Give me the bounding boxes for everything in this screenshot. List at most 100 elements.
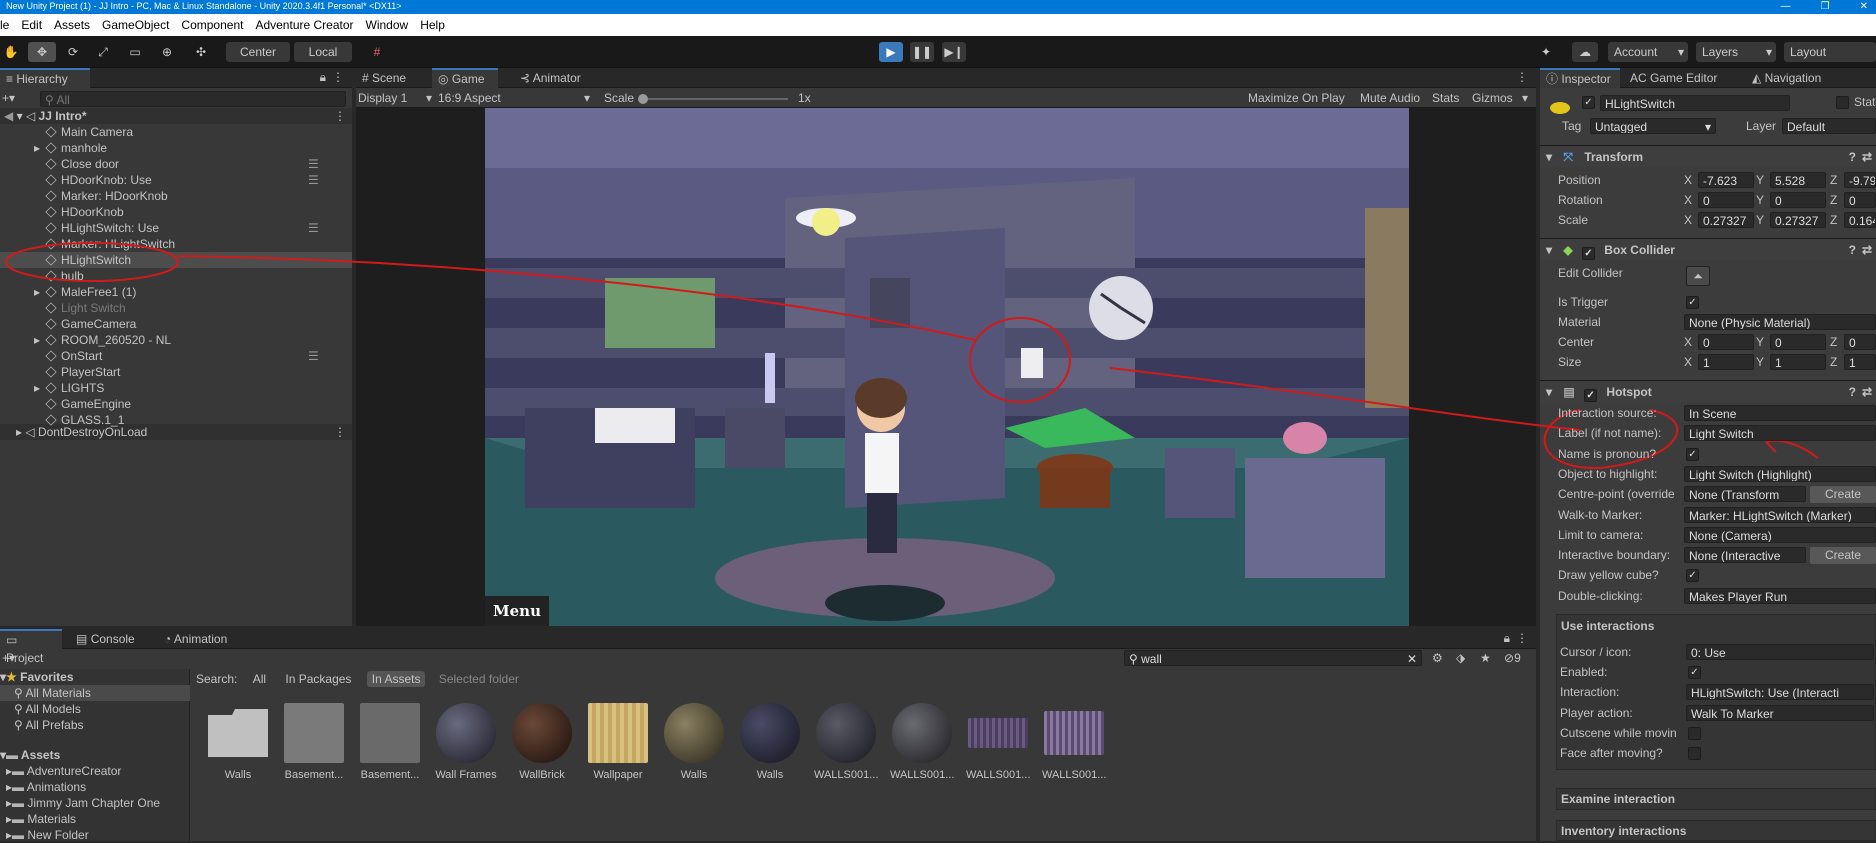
hierarchy-item[interactable]: OnStart ☰ xyxy=(0,348,352,364)
chevron-right-icon[interactable]: ▸ xyxy=(34,140,40,156)
eye-icon[interactable]: ◀ xyxy=(4,109,13,123)
static-checkbox[interactable] xyxy=(1836,96,1849,109)
game-menu-button[interactable]: Menu xyxy=(485,596,549,626)
vector-z-field[interactable]: 0 xyxy=(1844,334,1876,350)
settings-icon[interactable]: ⇄ xyxy=(1862,146,1872,168)
folder-row[interactable]: ▸▬ Jimmy Jam Chapter One xyxy=(0,795,190,811)
account-dropdown[interactable]: Account ▾ xyxy=(1608,42,1688,62)
vector-z-field[interactable]: 1 xyxy=(1844,354,1876,370)
use-field-value[interactable]: Walk To Marker xyxy=(1686,704,1874,721)
minimize-button[interactable]: — xyxy=(1781,0,1791,13)
asset-item[interactable]: WALLS001... xyxy=(890,703,954,781)
fav-all-materials[interactable]: ⚲ All Materials xyxy=(0,685,190,701)
lock-icon[interactable]: 🔒︎ xyxy=(320,70,326,85)
chevron-down-icon[interactable]: ▾ xyxy=(1522,90,1528,106)
vector-z-field[interactable]: -9.79 xyxy=(1844,172,1876,188)
vector-y-field[interactable]: 0 xyxy=(1770,334,1826,350)
hotspot-field-value[interactable]: Makes Player Run xyxy=(1684,587,1876,604)
chevron-right-icon[interactable]: ▸ xyxy=(34,284,40,300)
transform-header[interactable]: ▾ ⤧ Transform ? ⇄ xyxy=(1540,145,1876,167)
edit-collider-button[interactable]: ⏶ xyxy=(1686,266,1710,286)
more-icon[interactable]: ⋮ xyxy=(1516,631,1528,645)
hotspot-field-value[interactable]: Light Switch xyxy=(1684,425,1876,442)
asset-item[interactable]: Wallpaper xyxy=(586,703,650,781)
folder-row[interactable]: ▸▬ Animations xyxy=(0,779,190,795)
hierarchy-item[interactable]: HLightSwitch xyxy=(0,252,352,268)
hierarchy-item[interactable]: Main Camera xyxy=(0,124,352,140)
vector-y-field[interactable]: 1 xyxy=(1770,354,1826,370)
material-field[interactable]: None (Physic Material) xyxy=(1684,314,1876,330)
fav-all-prefabs[interactable]: ⚲ All Prefabs xyxy=(0,717,190,733)
clear-search-icon[interactable]: ✕ xyxy=(1407,651,1417,665)
menu-adventure-creator[interactable]: Adventure Creator xyxy=(249,14,359,36)
step-button[interactable]: ▶❙ xyxy=(942,42,966,62)
asset-item[interactable]: WALLS001... xyxy=(966,703,1030,781)
hotspot-field-value[interactable]: None (Camera) xyxy=(1684,526,1876,543)
more-icon[interactable]: ⋮ xyxy=(1516,70,1528,84)
hierarchy-item[interactable]: ▸ MaleFree1 (1) xyxy=(0,284,352,300)
tag-dropdown[interactable]: Untagged ▾ xyxy=(1590,118,1716,134)
stats-toggle[interactable]: Stats xyxy=(1432,90,1459,106)
pivot-center-button[interactable]: Center xyxy=(226,42,290,62)
hierarchy-item[interactable]: HDoorKnob xyxy=(0,204,352,220)
close-button[interactable]: ✕ xyxy=(1860,0,1868,13)
settings-icon[interactable]: ⇄ xyxy=(1862,239,1872,261)
pause-button[interactable]: ❚❚ xyxy=(910,42,934,62)
menu-edit[interactable]: Edit xyxy=(15,14,48,36)
vector-x-field[interactable]: 0 xyxy=(1698,334,1754,350)
menu-file[interactable]: le xyxy=(0,14,15,36)
tab-console[interactable]: ▤ Console xyxy=(70,629,152,649)
menu-component[interactable]: Component xyxy=(175,14,249,36)
tab-ac-game-editor[interactable]: AC Game Editor xyxy=(1624,68,1738,88)
tab-scene[interactable]: # Scene xyxy=(356,68,424,88)
chevron-down-icon[interactable]: ▾ xyxy=(17,109,23,123)
settings-icon[interactable]: ⇄ xyxy=(1862,381,1872,403)
filter-selected-folder[interactable]: Selected folder xyxy=(439,672,519,686)
asset-item[interactable]: Walls xyxy=(662,703,726,781)
favorite-star-icon[interactable]: ★ xyxy=(1480,651,1491,665)
fav-all-models[interactable]: ⚲ All Models xyxy=(0,701,190,717)
hotspot-field-value[interactable]: In Scene xyxy=(1684,405,1876,421)
hierarchy-item[interactable]: Marker: HDoorKnob xyxy=(0,188,352,204)
collab-icon[interactable]: ✦ xyxy=(1534,42,1558,62)
object-name-field[interactable]: HLightSwitch xyxy=(1600,95,1790,111)
hotspot-field-value[interactable]: None (Transform xyxy=(1684,486,1806,503)
vector-x-field[interactable]: 0.27327 xyxy=(1698,212,1754,228)
play-button[interactable]: ▶ xyxy=(879,42,903,62)
hotspot-header[interactable]: ▾ ▤ ✓ Hotspot ? ⇄ xyxy=(1540,380,1876,402)
help-icon[interactable]: ? xyxy=(1849,381,1856,403)
use-checkbox[interactable] xyxy=(1688,747,1701,760)
hierarchy-item[interactable]: ▸ ROOM_260520 - NL xyxy=(0,332,352,348)
filter-in-assets[interactable]: In Assets xyxy=(366,671,426,687)
asset-item[interactable]: WALLS001... xyxy=(814,703,878,781)
add-icon[interactable]: +▾ xyxy=(2,91,15,105)
rect-tool-icon[interactable]: ▭ xyxy=(124,42,146,62)
tab-project[interactable]: ▭ Project xyxy=(0,629,62,665)
assets-row[interactable]: ▾▬ Assets xyxy=(0,747,190,763)
tab-navigation[interactable]: ◭ Navigation xyxy=(1746,68,1846,88)
display-dropdown[interactable]: Display 1 ▾ xyxy=(358,90,436,106)
help-icon[interactable]: ? xyxy=(1849,239,1856,261)
folder-row[interactable]: ▸▬ AdventureCreator xyxy=(0,763,190,779)
menu-help[interactable]: Help xyxy=(414,14,451,36)
tab-hierarchy[interactable]: ≡ Hierarchy xyxy=(0,68,90,88)
asset-item[interactable]: Basement... xyxy=(282,703,346,781)
chevron-right-icon[interactable]: ▸ xyxy=(34,380,40,396)
pivot-space-button[interactable]: Local xyxy=(294,42,352,62)
hand-tool-icon[interactable]: ✋ xyxy=(2,42,20,62)
hotspot-checkbox[interactable]: ✓ xyxy=(1686,447,1699,461)
chevron-right-icon[interactable]: ▸ xyxy=(34,332,40,348)
examine-interaction-section[interactable]: Examine interaction xyxy=(1556,788,1876,810)
hotspot-enabled-checkbox[interactable]: ✓ xyxy=(1584,389,1598,402)
hierarchy-item[interactable]: Close door ☰ xyxy=(0,156,352,172)
hierarchy-item[interactable]: HDoorKnob: Use ☰ xyxy=(0,172,352,188)
gizmos-dropdown[interactable]: Gizmos xyxy=(1472,90,1513,106)
filter-all[interactable]: All xyxy=(253,672,266,686)
vector-y-field[interactable]: 0.27327 xyxy=(1770,212,1826,228)
vector-x-field[interactable]: 0 xyxy=(1698,192,1754,208)
filter-label-icon[interactable]: ⬗ xyxy=(1456,651,1465,665)
filter-in-packages[interactable]: In Packages xyxy=(285,672,351,686)
layout-dropdown[interactable]: Layout xyxy=(1784,42,1876,62)
hotspot-checkbox[interactable]: ✓ xyxy=(1686,569,1699,583)
create-boundary-button[interactable]: Create xyxy=(1810,547,1876,564)
